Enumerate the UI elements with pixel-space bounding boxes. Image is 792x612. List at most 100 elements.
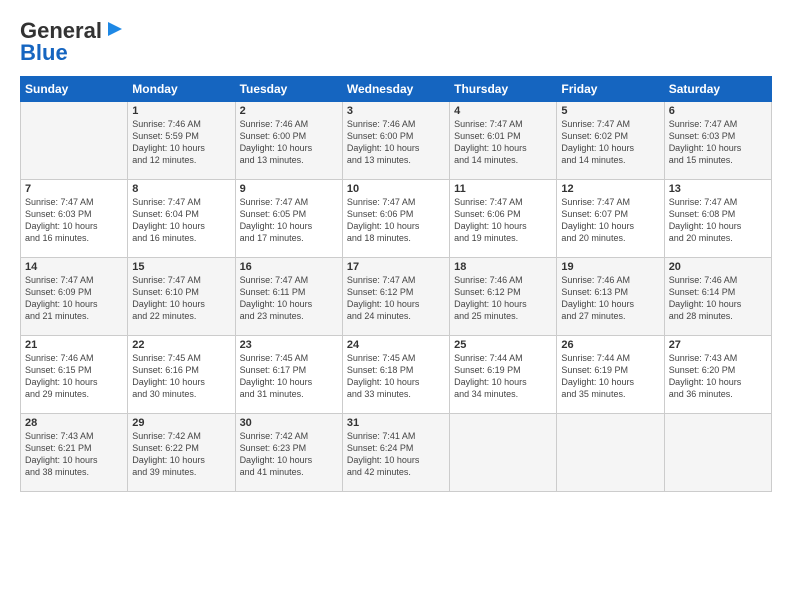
day-number: 5: [561, 105, 659, 117]
day-info: Sunrise: 7:46 AM Sunset: 5:59 PM Dayligh…: [132, 118, 230, 167]
logo-arrow-icon: [104, 18, 126, 40]
calendar-cell: 14Sunrise: 7:47 AM Sunset: 6:09 PM Dayli…: [21, 258, 128, 336]
calendar-cell: 30Sunrise: 7:42 AM Sunset: 6:23 PM Dayli…: [235, 414, 342, 492]
calendar-cell: 11Sunrise: 7:47 AM Sunset: 6:06 PM Dayli…: [450, 180, 557, 258]
day-info: Sunrise: 7:47 AM Sunset: 6:09 PM Dayligh…: [25, 274, 123, 323]
day-info: Sunrise: 7:47 AM Sunset: 6:08 PM Dayligh…: [669, 196, 767, 245]
day-info: Sunrise: 7:46 AM Sunset: 6:14 PM Dayligh…: [669, 274, 767, 323]
calendar-cell: 16Sunrise: 7:47 AM Sunset: 6:11 PM Dayli…: [235, 258, 342, 336]
day-number: 1: [132, 105, 230, 117]
calendar-cell: 3Sunrise: 7:46 AM Sunset: 6:00 PM Daylig…: [342, 102, 449, 180]
calendar-cell: [557, 414, 664, 492]
day-number: 19: [561, 261, 659, 273]
day-info: Sunrise: 7:47 AM Sunset: 6:06 PM Dayligh…: [454, 196, 552, 245]
day-number: 15: [132, 261, 230, 273]
day-info: Sunrise: 7:46 AM Sunset: 6:00 PM Dayligh…: [347, 118, 445, 167]
day-number: 10: [347, 183, 445, 195]
header-cell-monday: Monday: [128, 77, 235, 102]
calendar-cell: 29Sunrise: 7:42 AM Sunset: 6:22 PM Dayli…: [128, 414, 235, 492]
calendar-cell: 18Sunrise: 7:46 AM Sunset: 6:12 PM Dayli…: [450, 258, 557, 336]
day-info: Sunrise: 7:47 AM Sunset: 6:11 PM Dayligh…: [240, 274, 338, 323]
calendar-body: 1Sunrise: 7:46 AM Sunset: 5:59 PM Daylig…: [21, 102, 772, 492]
day-number: 9: [240, 183, 338, 195]
day-number: 28: [25, 417, 123, 429]
day-number: 17: [347, 261, 445, 273]
day-number: 16: [240, 261, 338, 273]
day-info: Sunrise: 7:47 AM Sunset: 6:10 PM Dayligh…: [132, 274, 230, 323]
week-row-3: 14Sunrise: 7:47 AM Sunset: 6:09 PM Dayli…: [21, 258, 772, 336]
header-cell-thursday: Thursday: [450, 77, 557, 102]
day-info: Sunrise: 7:47 AM Sunset: 6:12 PM Dayligh…: [347, 274, 445, 323]
day-number: 21: [25, 339, 123, 351]
calendar-cell: 6Sunrise: 7:47 AM Sunset: 6:03 PM Daylig…: [664, 102, 771, 180]
calendar-cell: 28Sunrise: 7:43 AM Sunset: 6:21 PM Dayli…: [21, 414, 128, 492]
header-cell-wednesday: Wednesday: [342, 77, 449, 102]
day-number: 13: [669, 183, 767, 195]
week-row-2: 7Sunrise: 7:47 AM Sunset: 6:03 PM Daylig…: [21, 180, 772, 258]
calendar-cell: [450, 414, 557, 492]
day-info: Sunrise: 7:46 AM Sunset: 6:12 PM Dayligh…: [454, 274, 552, 323]
calendar-cell: 5Sunrise: 7:47 AM Sunset: 6:02 PM Daylig…: [557, 102, 664, 180]
week-row-4: 21Sunrise: 7:46 AM Sunset: 6:15 PM Dayli…: [21, 336, 772, 414]
day-info: Sunrise: 7:46 AM Sunset: 6:00 PM Dayligh…: [240, 118, 338, 167]
day-info: Sunrise: 7:44 AM Sunset: 6:19 PM Dayligh…: [561, 352, 659, 401]
day-number: 25: [454, 339, 552, 351]
week-row-5: 28Sunrise: 7:43 AM Sunset: 6:21 PM Dayli…: [21, 414, 772, 492]
calendar-cell: 26Sunrise: 7:44 AM Sunset: 6:19 PM Dayli…: [557, 336, 664, 414]
calendar-cell: 27Sunrise: 7:43 AM Sunset: 6:20 PM Dayli…: [664, 336, 771, 414]
day-number: 4: [454, 105, 552, 117]
day-number: 24: [347, 339, 445, 351]
day-number: 18: [454, 261, 552, 273]
day-info: Sunrise: 7:47 AM Sunset: 6:04 PM Dayligh…: [132, 196, 230, 245]
header-cell-tuesday: Tuesday: [235, 77, 342, 102]
calendar-cell: 9Sunrise: 7:47 AM Sunset: 6:05 PM Daylig…: [235, 180, 342, 258]
day-info: Sunrise: 7:47 AM Sunset: 6:06 PM Dayligh…: [347, 196, 445, 245]
calendar-cell: 17Sunrise: 7:47 AM Sunset: 6:12 PM Dayli…: [342, 258, 449, 336]
day-number: 29: [132, 417, 230, 429]
day-info: Sunrise: 7:47 AM Sunset: 6:01 PM Dayligh…: [454, 118, 552, 167]
header-cell-saturday: Saturday: [664, 77, 771, 102]
day-info: Sunrise: 7:44 AM Sunset: 6:19 PM Dayligh…: [454, 352, 552, 401]
day-number: 30: [240, 417, 338, 429]
calendar-cell: 1Sunrise: 7:46 AM Sunset: 5:59 PM Daylig…: [128, 102, 235, 180]
calendar-cell: 8Sunrise: 7:47 AM Sunset: 6:04 PM Daylig…: [128, 180, 235, 258]
day-info: Sunrise: 7:47 AM Sunset: 6:03 PM Dayligh…: [25, 196, 123, 245]
day-number: 12: [561, 183, 659, 195]
day-number: 2: [240, 105, 338, 117]
day-number: 27: [669, 339, 767, 351]
header-cell-sunday: Sunday: [21, 77, 128, 102]
calendar-cell: 23Sunrise: 7:45 AM Sunset: 6:17 PM Dayli…: [235, 336, 342, 414]
calendar-cell: [664, 414, 771, 492]
calendar-cell: 10Sunrise: 7:47 AM Sunset: 6:06 PM Dayli…: [342, 180, 449, 258]
calendar-cell: 4Sunrise: 7:47 AM Sunset: 6:01 PM Daylig…: [450, 102, 557, 180]
day-info: Sunrise: 7:47 AM Sunset: 6:07 PM Dayligh…: [561, 196, 659, 245]
logo-blue: Blue: [20, 40, 68, 66]
calendar-cell: 2Sunrise: 7:46 AM Sunset: 6:00 PM Daylig…: [235, 102, 342, 180]
calendar-cell: 15Sunrise: 7:47 AM Sunset: 6:10 PM Dayli…: [128, 258, 235, 336]
week-row-1: 1Sunrise: 7:46 AM Sunset: 5:59 PM Daylig…: [21, 102, 772, 180]
calendar-cell: [21, 102, 128, 180]
day-info: Sunrise: 7:42 AM Sunset: 6:23 PM Dayligh…: [240, 430, 338, 479]
day-info: Sunrise: 7:41 AM Sunset: 6:24 PM Dayligh…: [347, 430, 445, 479]
calendar-cell: 22Sunrise: 7:45 AM Sunset: 6:16 PM Dayli…: [128, 336, 235, 414]
calendar-cell: 25Sunrise: 7:44 AM Sunset: 6:19 PM Dayli…: [450, 336, 557, 414]
day-info: Sunrise: 7:47 AM Sunset: 6:02 PM Dayligh…: [561, 118, 659, 167]
calendar-cell: 12Sunrise: 7:47 AM Sunset: 6:07 PM Dayli…: [557, 180, 664, 258]
day-info: Sunrise: 7:47 AM Sunset: 6:05 PM Dayligh…: [240, 196, 338, 245]
calendar-cell: 21Sunrise: 7:46 AM Sunset: 6:15 PM Dayli…: [21, 336, 128, 414]
day-number: 20: [669, 261, 767, 273]
calendar-cell: 20Sunrise: 7:46 AM Sunset: 6:14 PM Dayli…: [664, 258, 771, 336]
calendar-cell: 7Sunrise: 7:47 AM Sunset: 6:03 PM Daylig…: [21, 180, 128, 258]
calendar-header: SundayMondayTuesdayWednesdayThursdayFrid…: [21, 77, 772, 102]
day-number: 3: [347, 105, 445, 117]
calendar-cell: 13Sunrise: 7:47 AM Sunset: 6:08 PM Dayli…: [664, 180, 771, 258]
day-number: 8: [132, 183, 230, 195]
day-number: 31: [347, 417, 445, 429]
day-number: 22: [132, 339, 230, 351]
day-info: Sunrise: 7:45 AM Sunset: 6:16 PM Dayligh…: [132, 352, 230, 401]
page: General Blue SundayMondayTuesdayWednesda…: [0, 0, 792, 502]
calendar-cell: 19Sunrise: 7:46 AM Sunset: 6:13 PM Dayli…: [557, 258, 664, 336]
calendar-cell: 31Sunrise: 7:41 AM Sunset: 6:24 PM Dayli…: [342, 414, 449, 492]
day-info: Sunrise: 7:43 AM Sunset: 6:20 PM Dayligh…: [669, 352, 767, 401]
header-cell-friday: Friday: [557, 77, 664, 102]
